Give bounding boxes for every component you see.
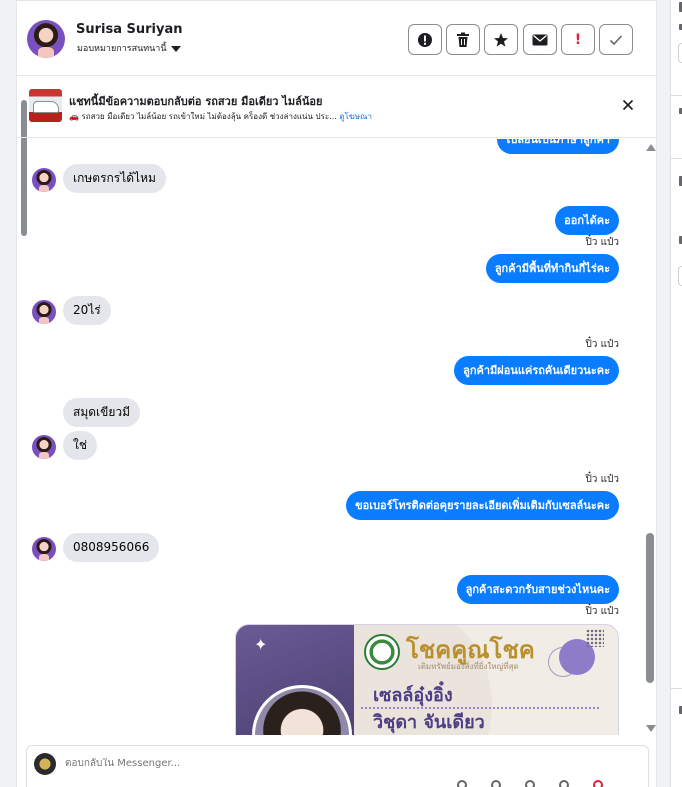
mark-done-button[interactable] xyxy=(599,24,633,55)
message-bubble-incoming[interactable]: 20ไร่ xyxy=(63,296,111,325)
composer-toolbar xyxy=(457,780,637,787)
card-sales-nickname: เซลล์อุ๋งอิ๋ง xyxy=(373,685,453,706)
composer-tool-icon[interactable] xyxy=(559,780,569,787)
message-bubble-outgoing[interactable]: เปลี่ยนเป็นภาษาลูกค้า xyxy=(497,139,619,154)
sidebar-divider xyxy=(671,158,682,159)
avatar xyxy=(32,435,56,459)
sidebar-input-box[interactable] xyxy=(678,43,682,63)
composer-tool-icon[interactable] xyxy=(491,780,501,787)
message-thread: เปลี่ยนเป็นภาษาลูกค้า เกษตรกรได้ไหม ออกไ… xyxy=(17,139,656,735)
composer-tool-icon[interactable] xyxy=(525,780,535,787)
right-sidebar-strip xyxy=(670,0,682,787)
contact-name[interactable]: Surisa Suriyan xyxy=(76,22,183,37)
card-tagline: เติมทรัพย์มองสิ่งที่ยิ่งใหญ่ที่สุด xyxy=(418,662,519,671)
sidebar-divider xyxy=(671,95,682,96)
ad-context-banner: แชทนี้มีข้อความตอบกลับต่อ รถสวย มือเดียว… xyxy=(17,77,656,138)
message-bubble-outgoing[interactable]: ขอเบอร์โทรติดต่อคุยรายละเอียดเพิ่มเติมกั… xyxy=(346,491,619,520)
seen-indicator: ปิ๋ว แป๋ว xyxy=(585,339,619,350)
message-bubble-outgoing[interactable]: ออกได้คะ xyxy=(555,206,619,235)
avatar xyxy=(32,537,56,561)
close-icon[interactable] xyxy=(620,97,636,113)
view-ad-link[interactable]: ดูโฆษณา xyxy=(339,112,372,121)
message-bubble-outgoing[interactable]: ลูกค้าสะดวกรับสายช่วงไหนคะ xyxy=(456,575,619,604)
brand-logo-icon xyxy=(364,634,400,670)
image-attachment[interactable]: ✦ โชคคูณโชค เติมทรัพย์มองสิ่งที่ยิ่งใหญ่… xyxy=(235,624,619,735)
avatar xyxy=(32,300,56,324)
star-button[interactable] xyxy=(484,24,518,55)
assign-conversation-dropdown[interactable]: มอบหมายการสนทนานี้ xyxy=(77,41,181,55)
conversation-header: Surisa Suriyan มอบหมายการสนทนานี้ ! xyxy=(17,0,656,76)
star-icon xyxy=(494,32,508,47)
avatar xyxy=(32,168,56,192)
card-sales-fullname: วิชุดา จันเดียว xyxy=(373,712,485,733)
sidebar-input-box[interactable] xyxy=(678,266,682,286)
composer-tool-icon[interactable] xyxy=(457,780,467,787)
check-icon xyxy=(609,34,623,45)
page-avatar xyxy=(34,753,56,775)
scroll-up-arrow-icon[interactable] xyxy=(646,144,656,151)
trash-icon xyxy=(457,32,469,47)
mark-spam-button[interactable] xyxy=(408,24,442,55)
message-bubble-incoming[interactable]: สมุดเขียวมี xyxy=(63,398,141,427)
sparkle-icon: ✦ xyxy=(254,635,268,654)
message-bubble-incoming[interactable]: เกษตรกรได้ไหม xyxy=(63,164,166,193)
assign-label: มอบหมายการสนทนานี้ xyxy=(77,44,167,54)
reply-composer xyxy=(26,745,649,787)
caret-down-icon xyxy=(170,45,181,52)
conversation-panel: Surisa Suriyan มอบหมายการสนทนานี้ ! แชทน… xyxy=(16,0,657,787)
ad-thumbnail[interactable] xyxy=(29,89,62,122)
message-bubble-incoming[interactable]: 0808956066 xyxy=(63,533,160,562)
alert-circle-icon xyxy=(418,32,432,47)
ad-snippet-line: 🚗 รถสวย มือเดียว ไมล์น้อย รถเข้าใหม่ ไม่… xyxy=(69,110,372,123)
exclamation-icon: ! xyxy=(574,31,582,48)
seen-indicator: ปิ๋ว แป๋ว xyxy=(585,474,619,485)
scroll-thumb[interactable] xyxy=(646,533,654,683)
mail-icon xyxy=(532,34,548,45)
thread-scrollbar[interactable] xyxy=(644,139,656,735)
reply-input[interactable] xyxy=(65,758,465,769)
composer-tool-icon[interactable] xyxy=(593,780,603,787)
delete-button[interactable] xyxy=(446,24,480,55)
card-decoration-dots xyxy=(586,629,604,647)
scroll-down-arrow-icon[interactable] xyxy=(646,725,656,732)
avatar[interactable] xyxy=(27,20,65,58)
sidebar-divider xyxy=(671,688,682,689)
seen-indicator: ปิ๋ว แป๋ว xyxy=(585,606,619,617)
message-bubble-outgoing[interactable]: ลูกค้ามีผ่อนแค่รถคันเดียวนะคะ xyxy=(454,356,619,385)
seen-indicator: ปิ๋ว แป๋ว xyxy=(585,237,619,248)
ad-title: แชทนี้มีข้อความตอบกลับต่อ รถสวย มือเดียว… xyxy=(69,95,323,108)
message-bubble-outgoing[interactable]: ลูกค้ามีพื้นที่ทำกินกี่ไร่คะ xyxy=(485,254,619,283)
ad-snippet: 🚗 รถสวย มือเดียว ไมล์น้อย รถเข้าใหม่ ไม่… xyxy=(69,112,337,121)
message-bubble-incoming[interactable]: ใช่ xyxy=(63,431,98,460)
mark-unread-button[interactable] xyxy=(523,24,557,55)
page: Surisa Suriyan มอบหมายการสนทนานี้ ! แชทน… xyxy=(0,0,682,787)
flag-important-button[interactable]: ! xyxy=(561,24,595,55)
